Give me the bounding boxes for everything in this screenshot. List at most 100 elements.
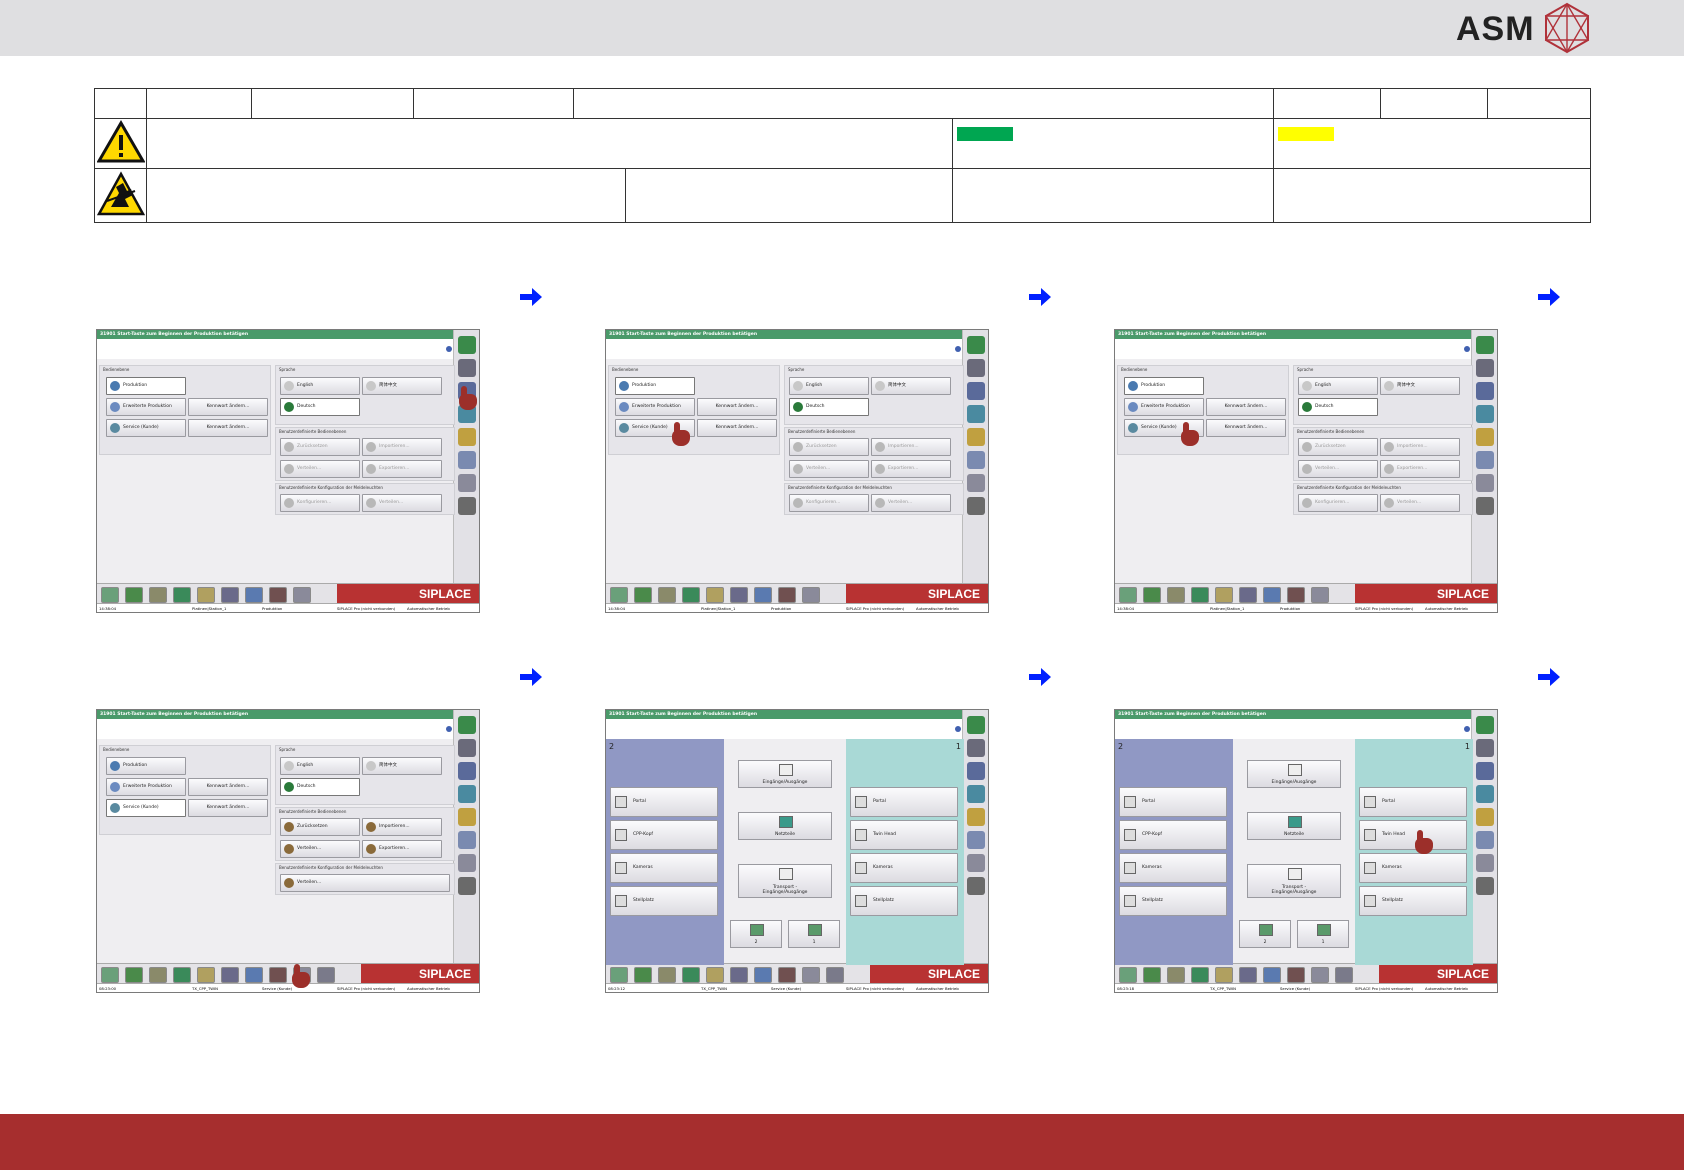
toolbar-icon[interactable] [658,587,676,603]
english-button[interactable]: English [789,377,869,395]
left-module-2-button[interactable]: CPP-Kopf [610,820,718,850]
toolbar-icon[interactable] [221,967,239,983]
side-tool-icon[interactable] [967,762,985,780]
toolbar-icon[interactable] [293,587,311,603]
center-module-1-button[interactable]: Eingänge/Ausgänge [738,760,832,788]
toolbar-icon[interactable] [1335,967,1353,983]
back-button[interactable] [955,346,961,352]
beacon-distribute-button[interactable]: Verteilen... [871,494,951,512]
side-tool-icon[interactable] [458,831,476,849]
custom-level-3-button[interactable]: Verteilen... [280,840,360,858]
toolbar-icon[interactable] [754,587,772,603]
beacon-configure-button[interactable]: Konfigurieren... [1298,494,1378,512]
toolbar-icon[interactable] [197,967,215,983]
change-password-button[interactable]: Kennwort ändern... [188,398,268,416]
custom-level-3-button[interactable]: Verteilen... [1298,460,1378,478]
toolbar-icon[interactable] [317,967,335,983]
level-2-button[interactable]: Erweiterte Produktion [1124,398,1204,416]
toolbar-icon[interactable] [1119,587,1137,603]
toolbar-icon[interactable] [125,587,143,603]
custom-level-2-button[interactable]: Importieren... [362,438,442,456]
custom-level-3-button[interactable]: Verteilen... [789,460,869,478]
side-tool-icon[interactable] [458,474,476,492]
toolbar-icon[interactable] [610,587,628,603]
side-tool-icon[interactable] [967,854,985,872]
toolbar-icon[interactable] [1239,967,1257,983]
side-tool-icon[interactable] [458,451,476,469]
custom-level-2-button[interactable]: Importieren... [362,818,442,836]
toolbar-icon[interactable] [269,587,287,603]
beacon-distribute-button[interactable]: Verteilen... [1380,494,1460,512]
side-tool-icon[interactable] [967,474,985,492]
toolbar-icon[interactable] [245,587,263,603]
side-tool-icon[interactable] [967,739,985,757]
toolbar-icon[interactable] [149,587,167,603]
right-module-4-button[interactable]: Stellplatz [1359,886,1467,916]
side-tool-icon[interactable] [458,336,476,354]
english-button[interactable]: English [1298,377,1378,395]
center-module-2-button[interactable]: Netzteile [738,812,832,840]
side-tool-icon[interactable] [1476,877,1494,895]
deutsch-button[interactable]: Deutsch [280,398,360,416]
custom-level-1-button[interactable]: Zurücksetzen [789,438,869,456]
center-module-2-button[interactable]: Netzteile [1247,812,1341,840]
side-tool-icon[interactable] [1476,497,1494,515]
beacon-configure-button[interactable]: Konfigurieren... [280,494,360,512]
toolbar-icon[interactable] [1143,587,1161,603]
side-tool-icon[interactable] [1476,831,1494,849]
side-tool-icon[interactable] [1476,808,1494,826]
toolbar-icon[interactable] [1311,967,1329,983]
side-tool-icon[interactable] [967,405,985,423]
chinese-button[interactable]: 简体中文 [362,377,442,395]
side-tool-icon[interactable] [458,359,476,377]
custom-level-4-button[interactable]: Exportieren... [1380,460,1460,478]
side-tool-icon[interactable] [1476,359,1494,377]
change-password-button[interactable]: Kennwort ändern... [188,799,268,817]
toolbar-icon[interactable] [1263,587,1281,603]
side-tool-icon[interactable] [458,808,476,826]
toolbar-icon[interactable] [1167,587,1185,603]
custom-level-4-button[interactable]: Exportieren... [362,840,442,858]
english-button[interactable]: English [280,757,360,775]
side-tool-icon[interactable] [967,359,985,377]
side-tool-icon[interactable] [458,877,476,895]
side-tool-icon[interactable] [967,877,985,895]
custom-level-1-button[interactable]: Zurücksetzen [280,818,360,836]
side-tool-icon[interactable] [458,854,476,872]
left-module-1-button[interactable]: Portal [1119,787,1227,817]
station-2-button[interactable]: 2 [1239,920,1291,948]
toolbar-icon[interactable] [125,967,143,983]
beacon-distribute-button[interactable]: Verteilen... [362,494,442,512]
beacon-distribute-button[interactable]: Verteilen... [280,874,450,892]
side-tool-icon[interactable] [458,739,476,757]
beacon-configure-button[interactable]: Konfigurieren... [789,494,869,512]
side-tool-icon[interactable] [1476,428,1494,446]
left-module-4-button[interactable]: Stellplatz [610,886,718,916]
right-module-1-button[interactable]: Portal [1359,787,1467,817]
change-password-button[interactable]: Kennwort ändern... [188,419,268,437]
toolbar-icon[interactable] [221,587,239,603]
chinese-button[interactable]: 简体中文 [871,377,951,395]
station-1-button[interactable]: 1 [788,920,840,948]
toolbar-icon[interactable] [682,967,700,983]
toolbar-icon[interactable] [1263,967,1281,983]
change-password-button[interactable]: Kennwort ändern... [697,419,777,437]
side-tool-icon[interactable] [1476,854,1494,872]
english-button[interactable]: English [280,377,360,395]
level-1-button[interactable]: Produktion [1124,377,1204,395]
toolbar-icon[interactable] [1287,587,1305,603]
toolbar-icon[interactable] [101,587,119,603]
toolbar-icon[interactable] [730,967,748,983]
toolbar-icon[interactable] [1119,967,1137,983]
change-password-button[interactable]: Kennwort ändern... [188,778,268,796]
right-module-4-button[interactable]: Stellplatz [850,886,958,916]
side-tool-icon[interactable] [967,336,985,354]
toolbar-icon[interactable] [634,967,652,983]
right-module-1-button[interactable]: Portal [850,787,958,817]
toolbar-icon[interactable] [802,587,820,603]
left-module-3-button[interactable]: Kameras [1119,853,1227,883]
station-2-button[interactable]: 2 [730,920,782,948]
side-tool-icon[interactable] [1476,785,1494,803]
change-password-button[interactable]: Kennwort ändern... [697,398,777,416]
side-tool-icon[interactable] [967,382,985,400]
